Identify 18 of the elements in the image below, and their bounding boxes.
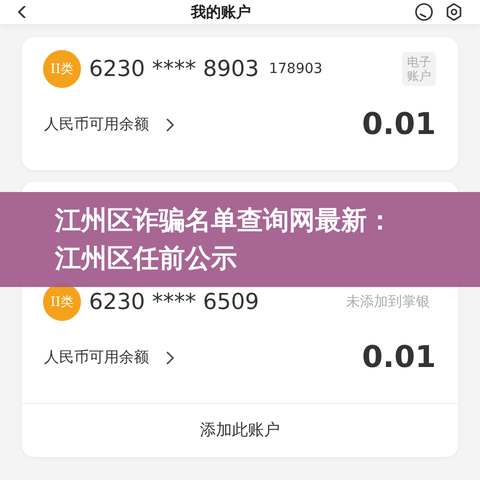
account-type-tag: 电子账户 — [402, 52, 436, 86]
balance-amount: 0.01 — [362, 107, 436, 142]
chevron-right-icon[interactable] — [165, 118, 175, 132]
page-title: 我的账户 — [190, 3, 252, 21]
banner-text: 江州区诈骗名单查询网最新： — [55, 204, 394, 238]
card-number: 6230 **** 6509 — [89, 290, 259, 314]
balance-label[interactable]: 人民币可用余额 — [44, 115, 149, 134]
chevron-right-icon[interactable] — [165, 350, 175, 364]
balance-label[interactable]: 人民币可用余额 — [44, 348, 149, 367]
banner-text: 江州区任前公示 — [55, 242, 238, 276]
settings-icon[interactable] — [444, 2, 464, 22]
card-suffix: 178903 — [268, 61, 322, 77]
back-icon[interactable] — [16, 6, 28, 18]
status-text: 未添加到掌银 — [346, 293, 430, 311]
balance-amount: 0.01 — [362, 340, 436, 375]
card-number: 6230 **** 8903 — [89, 56, 259, 82]
account-class-badge: II类 — [43, 50, 81, 88]
add-account-button[interactable]: 添加此账户 — [22, 403, 458, 457]
